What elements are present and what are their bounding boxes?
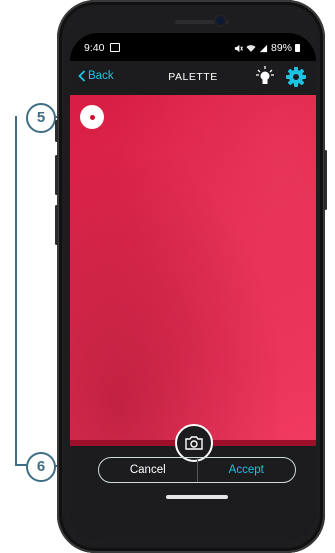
callout-number-5: 5 xyxy=(26,103,56,133)
lightbulb-icon[interactable] xyxy=(256,66,274,88)
phone-power-button xyxy=(324,150,327,210)
signal-icon xyxy=(259,44,268,52)
phone-volume-down xyxy=(55,205,58,245)
action-buttons: Cancel Accept xyxy=(98,457,296,483)
phone-side-button xyxy=(55,120,58,142)
status-time: 9:40 xyxy=(84,42,105,54)
status-right: 89% xyxy=(234,42,300,54)
bottom-controls: Cancel Accept xyxy=(70,424,316,539)
battery-percent: 89% xyxy=(270,42,292,54)
app-screen: 9:40 89% Back PALETTE Cancel Accept xyxy=(70,33,316,539)
camera-icon xyxy=(185,436,203,450)
target-marker-center xyxy=(89,114,95,120)
front-camera xyxy=(216,16,225,25)
callout-number-6: 6 xyxy=(26,452,56,482)
mute-icon xyxy=(234,44,243,52)
page-title: PALETTE xyxy=(168,71,218,83)
nav-bar: Back PALETTE xyxy=(70,61,316,95)
phone-volume-up xyxy=(55,155,58,195)
cancel-button[interactable]: Cancel xyxy=(99,458,197,482)
wifi-icon xyxy=(246,44,256,52)
gear-icon[interactable] xyxy=(285,66,307,88)
callout-bracket-vertical xyxy=(15,116,17,465)
home-indicator[interactable] xyxy=(166,495,228,499)
status-bar: 9:40 89% xyxy=(70,33,316,59)
target-marker[interactable] xyxy=(80,105,104,129)
battery-icon xyxy=(295,44,300,52)
accept-button[interactable]: Accept xyxy=(198,458,296,482)
image-icon xyxy=(110,43,120,52)
camera-preview[interactable] xyxy=(70,95,316,440)
